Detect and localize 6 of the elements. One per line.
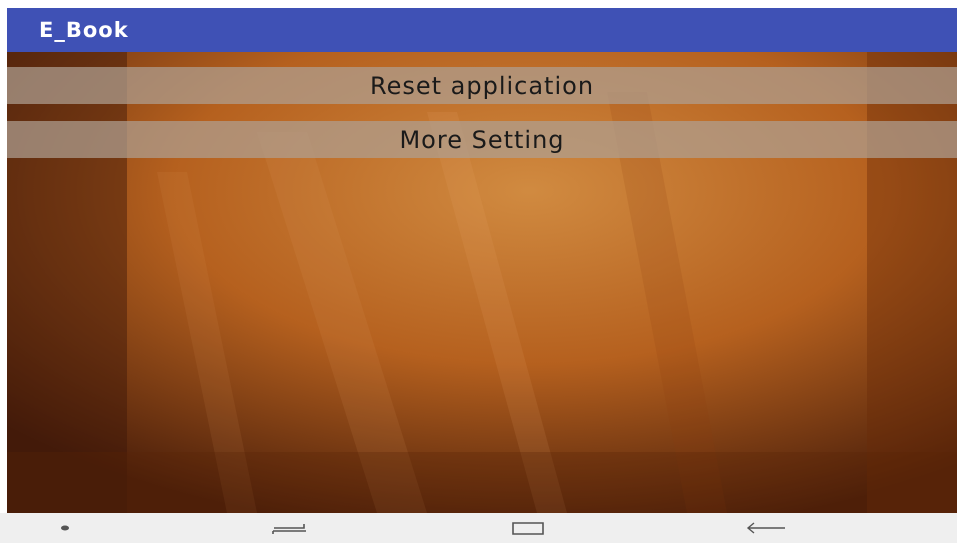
back-icon[interactable] (744, 521, 787, 535)
app-title: E_Book (39, 18, 129, 42)
dot-icon[interactable] (60, 525, 70, 531)
menu-button[interactable]: Reset application (7, 67, 957, 104)
home-icon[interactable] (510, 520, 545, 536)
menu-button[interactable]: More Setting (7, 121, 957, 158)
